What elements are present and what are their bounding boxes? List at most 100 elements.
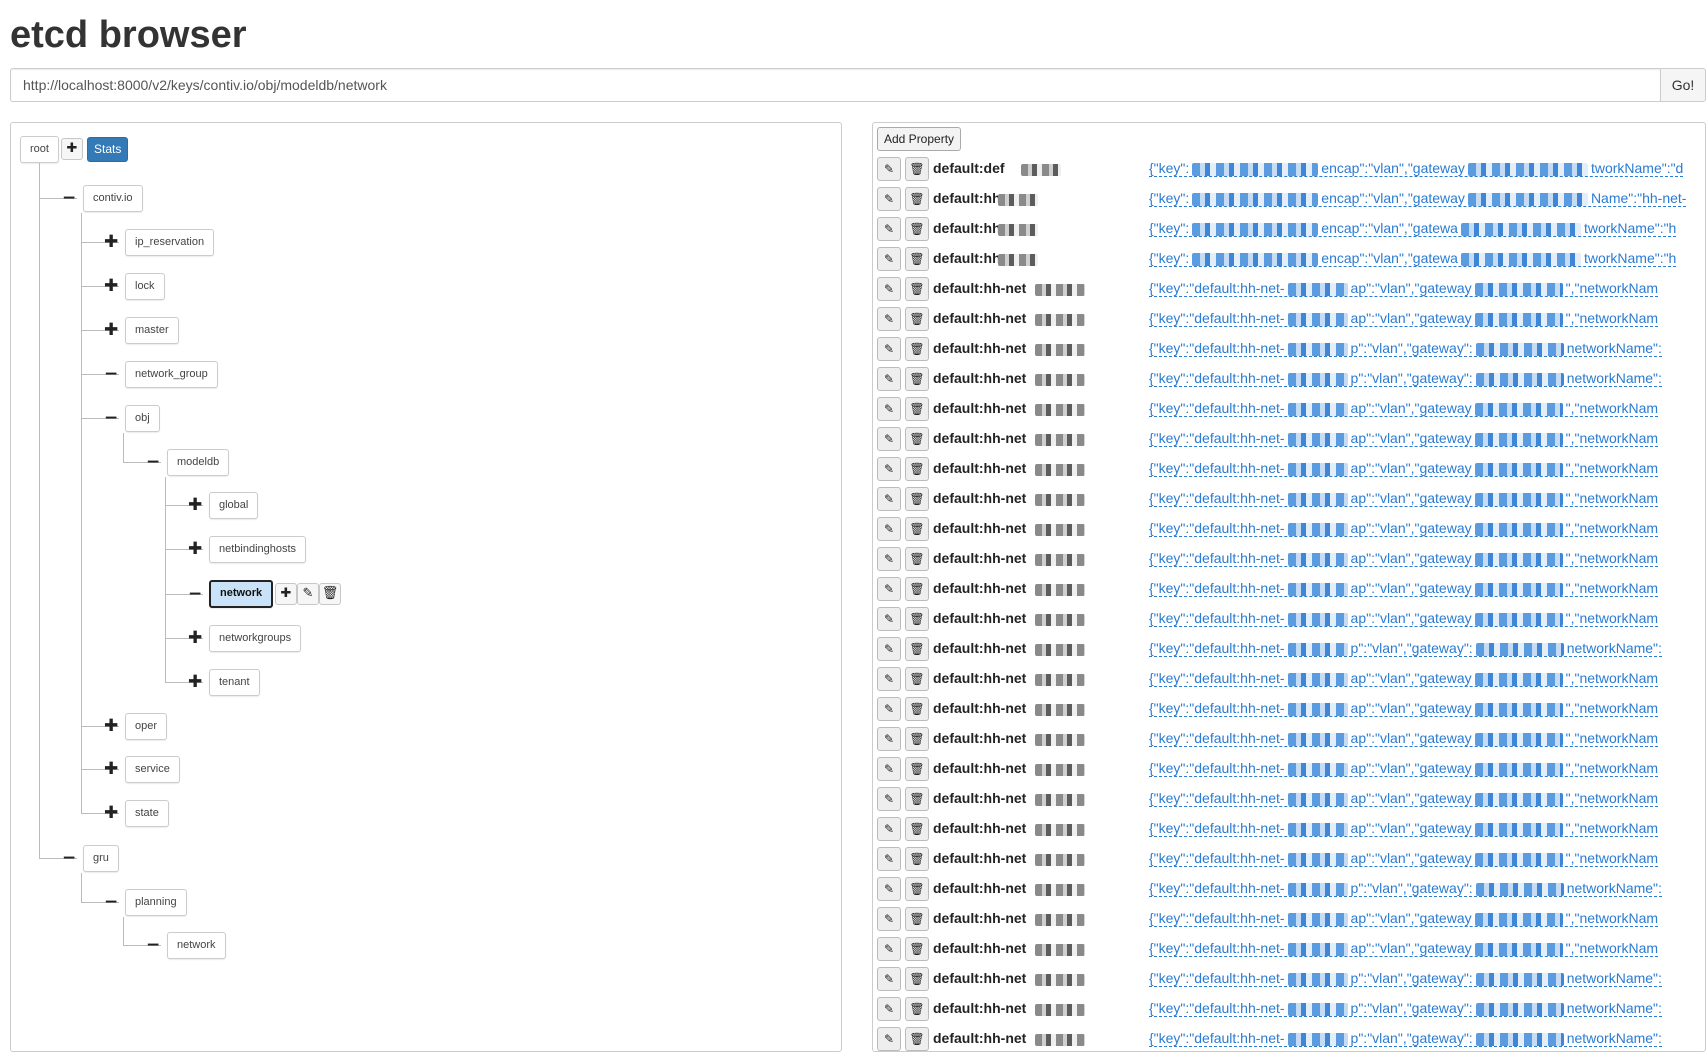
property-value-link[interactable]: {"key":"default:hh-net-ap":"vlan","gatew… <box>1149 281 1659 297</box>
property-value-link[interactable]: {"key":"default:hh-net-ap":"vlan","gatew… <box>1149 821 1659 837</box>
edit-property-button[interactable]: ✎ <box>877 1027 901 1051</box>
tree-node-gru[interactable]: gru <box>83 845 119 872</box>
edit-property-button[interactable]: ✎ <box>877 397 901 421</box>
add-root-button[interactable]: ✚ <box>61 138 83 160</box>
edit-property-button[interactable]: ✎ <box>877 247 901 271</box>
edit-property-button[interactable]: ✎ <box>877 337 901 361</box>
edit-property-button[interactable]: ✎ <box>877 787 901 811</box>
delete-property-button[interactable]: 🗑 <box>905 367 929 391</box>
property-value-link[interactable]: {"key":"default:hh-net-ap":"vlan","gatew… <box>1149 401 1659 417</box>
delete-property-button[interactable]: 🗑 <box>905 547 929 571</box>
delete-property-button[interactable]: 🗑 <box>905 997 929 1021</box>
delete-property-button[interactable]: 🗑 <box>905 787 929 811</box>
plus-icon[interactable]: ✚ <box>104 805 118 822</box>
edit-property-button[interactable]: ✎ <box>877 187 901 211</box>
minus-icon[interactable]: − <box>146 454 160 471</box>
delete-property-button[interactable]: 🗑 <box>905 637 929 661</box>
delete-property-button[interactable]: 🗑 <box>905 487 929 511</box>
tree-node-network-group[interactable]: network_group <box>125 361 218 388</box>
tree-node-service[interactable]: service <box>125 756 180 783</box>
delete-property-button[interactable]: 🗑 <box>905 847 929 871</box>
delete-property-button[interactable]: 🗑 <box>905 667 929 691</box>
property-value-link[interactable]: {"key":"default:hh-net-ap":"vlan","gatew… <box>1149 311 1659 327</box>
delete-property-button[interactable]: 🗑 <box>905 157 929 181</box>
tree-node-networkgroups[interactable]: networkgroups <box>209 625 302 652</box>
tree-node-lock[interactable]: lock <box>125 273 165 300</box>
plus-icon[interactable]: ✚ <box>104 761 118 778</box>
edit-property-button[interactable]: ✎ <box>877 907 901 931</box>
delete-property-button[interactable]: 🗑 <box>905 727 929 751</box>
minus-icon[interactable]: − <box>104 366 118 383</box>
delete-property-button[interactable]: 🗑 <box>905 757 929 781</box>
url-input[interactable] <box>10 68 1660 102</box>
edit-node-button[interactable]: ✎ <box>297 583 319 605</box>
property-value-link[interactable]: {"key":"default:hh-net-ap":"vlan","gatew… <box>1149 761 1659 777</box>
property-value-link[interactable]: {"key":"default:hh-net-p":"vlan","gatewa… <box>1149 371 1662 387</box>
property-value-link[interactable]: {"key":"default:hh-net-ap":"vlan","gatew… <box>1149 941 1659 957</box>
plus-icon[interactable]: ✚ <box>188 497 202 514</box>
edit-property-button[interactable]: ✎ <box>877 937 901 961</box>
edit-property-button[interactable]: ✎ <box>877 457 901 481</box>
delete-property-button[interactable]: 🗑 <box>905 307 929 331</box>
edit-property-button[interactable]: ✎ <box>877 427 901 451</box>
tree-node-contiv-io[interactable]: contiv.io <box>83 185 143 212</box>
property-value-link[interactable]: {"key":"default:hh-net-p":"vlan","gatewa… <box>1149 641 1662 657</box>
edit-property-button[interactable]: ✎ <box>877 217 901 241</box>
property-value-link[interactable]: {"key":"default:hh-net-ap":"vlan","gatew… <box>1149 611 1659 627</box>
add-property-button[interactable]: Add Property <box>877 127 962 151</box>
edit-property-button[interactable]: ✎ <box>877 307 901 331</box>
edit-property-button[interactable]: ✎ <box>877 367 901 391</box>
tree-node-obj[interactable]: obj <box>125 405 160 432</box>
delete-property-button[interactable]: 🗑 <box>905 937 929 961</box>
delete-property-button[interactable]: 🗑 <box>905 817 929 841</box>
tree-node-global[interactable]: global <box>209 492 259 519</box>
property-value-link[interactable]: {"key":"default:hh-net-ap":"vlan","gatew… <box>1149 521 1659 537</box>
tree-node-master[interactable]: master <box>125 317 179 344</box>
minus-icon[interactable]: − <box>146 937 160 954</box>
property-value-link[interactable]: {"key":"default:hh-net-ap":"vlan","gatew… <box>1149 431 1659 447</box>
edit-property-button[interactable]: ✎ <box>877 547 901 571</box>
edit-property-button[interactable]: ✎ <box>877 757 901 781</box>
minus-icon[interactable]: − <box>188 586 202 603</box>
plus-icon[interactable]: ✚ <box>188 674 202 691</box>
edit-property-button[interactable]: ✎ <box>877 697 901 721</box>
delete-property-button[interactable]: 🗑 <box>905 217 929 241</box>
property-value-link[interactable]: {"key":"default:hh-net-ap":"vlan","gatew… <box>1149 491 1659 507</box>
property-value-link[interactable]: {"key":"default:hh-net-ap":"vlan","gatew… <box>1149 791 1659 807</box>
add-child-button[interactable]: ✚ <box>275 583 297 605</box>
tree-node-modeldb[interactable]: modeldb <box>167 449 230 476</box>
property-value-link[interactable]: {"key":"default:hh-net-p":"vlan","gatewa… <box>1149 1001 1662 1017</box>
delete-property-button[interactable]: 🗑 <box>905 427 929 451</box>
tree-node-tenant[interactable]: tenant <box>209 669 260 696</box>
property-value-link[interactable]: {"key": encap":"vlan","gateway tworkName":… <box>1149 161 1684 177</box>
delete-property-button[interactable]: 🗑 <box>905 1027 929 1051</box>
property-value-link[interactable]: {"key":"default:hh-net-p":"vlan","gatewa… <box>1149 971 1662 987</box>
edit-property-button[interactable]: ✎ <box>877 277 901 301</box>
delete-property-button[interactable]: 🗑 <box>905 337 929 361</box>
tree-node-planning-network[interactable]: network <box>167 932 226 959</box>
edit-property-button[interactable]: ✎ <box>877 877 901 901</box>
edit-property-button[interactable]: ✎ <box>877 577 901 601</box>
delete-property-button[interactable]: 🗑 <box>905 877 929 901</box>
edit-property-button[interactable]: ✎ <box>877 637 901 661</box>
property-value-link[interactable]: {"key":"default:hh-net-ap":"vlan","gatew… <box>1149 701 1659 717</box>
property-value-link[interactable]: {"key":"default:hh-net-ap":"vlan","gatew… <box>1149 731 1659 747</box>
minus-icon[interactable]: − <box>62 190 76 207</box>
edit-property-button[interactable]: ✎ <box>877 487 901 511</box>
delete-property-button[interactable]: 🗑 <box>905 397 929 421</box>
delete-property-button[interactable]: 🗑 <box>905 247 929 271</box>
delete-property-button[interactable]: 🗑 <box>905 187 929 211</box>
plus-icon[interactable]: ✚ <box>104 718 118 735</box>
tree-node-oper[interactable]: oper <box>125 713 168 740</box>
delete-property-button[interactable]: 🗑 <box>905 907 929 931</box>
plus-icon[interactable]: ✚ <box>104 278 118 295</box>
edit-property-button[interactable]: ✎ <box>877 817 901 841</box>
delete-property-button[interactable]: 🗑 <box>905 577 929 601</box>
minus-icon[interactable]: − <box>104 894 118 911</box>
stats-button[interactable]: Stats <box>87 137 129 162</box>
delete-property-button[interactable]: 🗑 <box>905 457 929 481</box>
tree-node-root[interactable]: root <box>20 136 59 163</box>
tree-node-ip-reservation[interactable]: ip_reservation <box>125 229 215 256</box>
delete-property-button[interactable]: 🗑 <box>905 607 929 631</box>
plus-icon[interactable]: ✚ <box>104 322 118 339</box>
